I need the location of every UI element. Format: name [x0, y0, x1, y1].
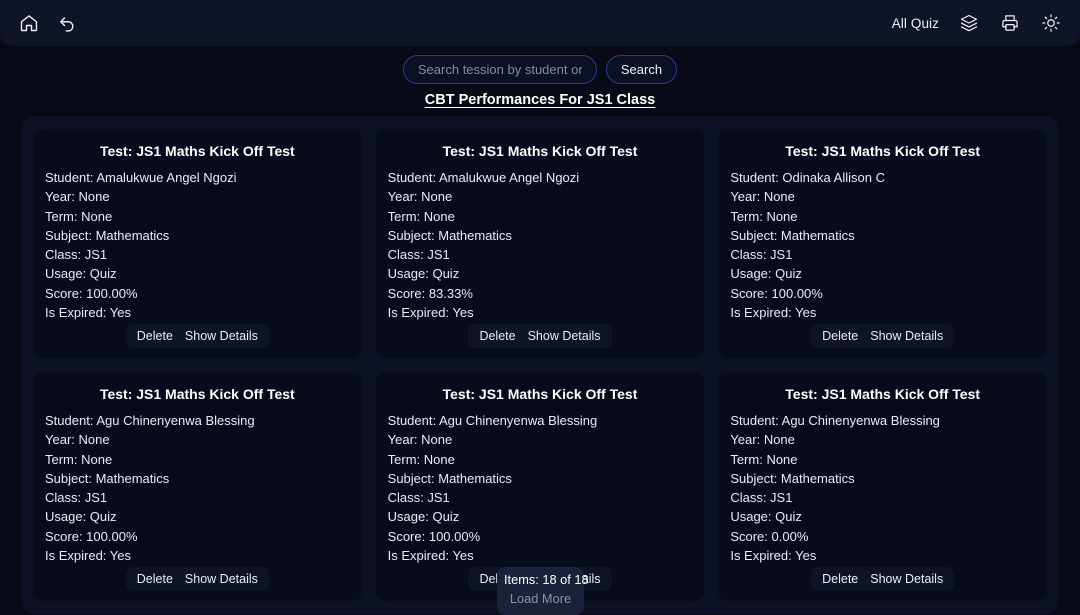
card-subject: Subject: Mathematics	[45, 469, 350, 488]
load-more-button[interactable]: Load More	[510, 591, 571, 606]
card-actions: Delete Show Details	[126, 567, 269, 591]
card-title: Test: JS1 Maths Kick Off Test	[730, 386, 1035, 402]
delete-button[interactable]: Delete	[479, 329, 515, 343]
card-student: Student: Amalukwue Angel Ngozi	[388, 168, 693, 187]
show-details-button[interactable]: Show Details	[185, 329, 258, 343]
performance-card-grid: Test: JS1 Maths Kick Off Test Student: A…	[33, 129, 1047, 601]
search-button[interactable]: Search	[606, 55, 677, 84]
performance-card: Test: JS1 Maths Kick Off Test Student: A…	[718, 372, 1047, 601]
card-title: Test: JS1 Maths Kick Off Test	[388, 143, 693, 159]
pagination-overlay: Items: 18 of 18 Load More	[497, 567, 584, 615]
card-usage: Usage: Quiz	[45, 264, 350, 283]
card-score: Score: 100.00%	[730, 284, 1035, 303]
results-panel: Test: JS1 Maths Kick Off Test Student: A…	[22, 116, 1058, 614]
card-student: Student: Agu Chinenyenwa Blessing	[730, 411, 1035, 430]
card-class: Class: JS1	[730, 488, 1035, 507]
card-score: Score: 100.00%	[45, 284, 350, 303]
card-score: Score: 83.33%	[388, 284, 693, 303]
card-year: Year: None	[45, 187, 350, 206]
card-student: Student: Agu Chinenyenwa Blessing	[45, 411, 350, 430]
header-left-actions	[18, 12, 78, 34]
card-usage: Usage: Quiz	[730, 507, 1035, 526]
show-details-button[interactable]: Show Details	[870, 572, 943, 586]
performance-card: Test: JS1 Maths Kick Off Test Student: O…	[718, 129, 1047, 358]
card-usage: Usage: Quiz	[388, 264, 693, 283]
card-usage: Usage: Quiz	[730, 264, 1035, 283]
card-is-expired: Is Expired: Yes	[388, 303, 693, 322]
card-usage: Usage: Quiz	[45, 507, 350, 526]
card-actions: Delete Show Details	[126, 324, 269, 348]
card-class: Class: JS1	[388, 488, 693, 507]
card-class: Class: JS1	[45, 245, 350, 264]
card-score: Score: 100.00%	[388, 527, 693, 546]
card-subject: Subject: Mathematics	[730, 469, 1035, 488]
card-term: Term: None	[45, 207, 350, 226]
card-student: Student: Agu Chinenyenwa Blessing	[388, 411, 693, 430]
card-is-expired: Is Expired: Yes	[45, 546, 350, 565]
card-term: Term: None	[388, 450, 693, 469]
app-header: All Quiz	[0, 0, 1080, 46]
card-subject: Subject: Mathematics	[388, 469, 693, 488]
header-right-actions: All Quiz	[892, 12, 1062, 34]
card-title: Test: JS1 Maths Kick Off Test	[45, 143, 350, 159]
card-actions: Delete Show Details	[811, 324, 954, 348]
search-bar: Search	[0, 55, 1080, 84]
show-details-button[interactable]: Show Details	[185, 572, 258, 586]
card-title: Test: JS1 Maths Kick Off Test	[45, 386, 350, 402]
card-student: Student: Odinaka Allison C	[730, 168, 1035, 187]
performance-card: Test: JS1 Maths Kick Off Test Student: A…	[33, 129, 362, 358]
page-title: CBT Performances For JS1 Class	[0, 92, 1080, 108]
card-class: Class: JS1	[388, 245, 693, 264]
card-is-expired: Is Expired: Yes	[388, 546, 693, 565]
card-student: Student: Amalukwue Angel Ngozi	[45, 168, 350, 187]
delete-button[interactable]: Delete	[137, 329, 173, 343]
card-score: Score: 100.00%	[45, 527, 350, 546]
card-year: Year: None	[730, 430, 1035, 449]
layers-icon[interactable]	[958, 12, 980, 34]
performance-card: Test: JS1 Maths Kick Off Test Student: A…	[376, 129, 705, 358]
home-icon[interactable]	[18, 12, 40, 34]
card-is-expired: Is Expired: Yes	[45, 303, 350, 322]
all-quiz-link[interactable]: All Quiz	[892, 16, 939, 31]
card-term: Term: None	[730, 207, 1035, 226]
card-is-expired: Is Expired: Yes	[730, 303, 1035, 322]
back-arrow-icon[interactable]	[56, 12, 78, 34]
performance-card: Test: JS1 Maths Kick Off Test Student: A…	[33, 372, 362, 601]
card-title: Test: JS1 Maths Kick Off Test	[730, 143, 1035, 159]
show-details-button[interactable]: Show Details	[870, 329, 943, 343]
card-year: Year: None	[388, 187, 693, 206]
card-title: Test: JS1 Maths Kick Off Test	[388, 386, 693, 402]
card-term: Term: None	[388, 207, 693, 226]
sun-icon[interactable]	[1040, 12, 1062, 34]
card-is-expired: Is Expired: Yes	[730, 546, 1035, 565]
card-usage: Usage: Quiz	[388, 507, 693, 526]
card-class: Class: JS1	[45, 488, 350, 507]
card-subject: Subject: Mathematics	[45, 226, 350, 245]
card-year: Year: None	[730, 187, 1035, 206]
delete-button[interactable]: Delete	[137, 572, 173, 586]
card-subject: Subject: Mathematics	[730, 226, 1035, 245]
card-term: Term: None	[45, 450, 350, 469]
card-score: Score: 0.00%	[730, 527, 1035, 546]
search-input[interactable]	[403, 55, 597, 84]
delete-button[interactable]: Delete	[822, 329, 858, 343]
card-actions: Delete Show Details	[468, 324, 611, 348]
delete-button[interactable]: Delete	[822, 572, 858, 586]
items-count-label: Items: 18 of 18	[504, 572, 577, 587]
card-class: Class: JS1	[730, 245, 1035, 264]
printer-icon[interactable]	[999, 12, 1021, 34]
card-term: Term: None	[730, 450, 1035, 469]
show-details-button[interactable]: Show Details	[528, 329, 601, 343]
card-actions: Delete Show Details	[811, 567, 954, 591]
card-subject: Subject: Mathematics	[388, 226, 693, 245]
card-year: Year: None	[388, 430, 693, 449]
card-year: Year: None	[45, 430, 350, 449]
